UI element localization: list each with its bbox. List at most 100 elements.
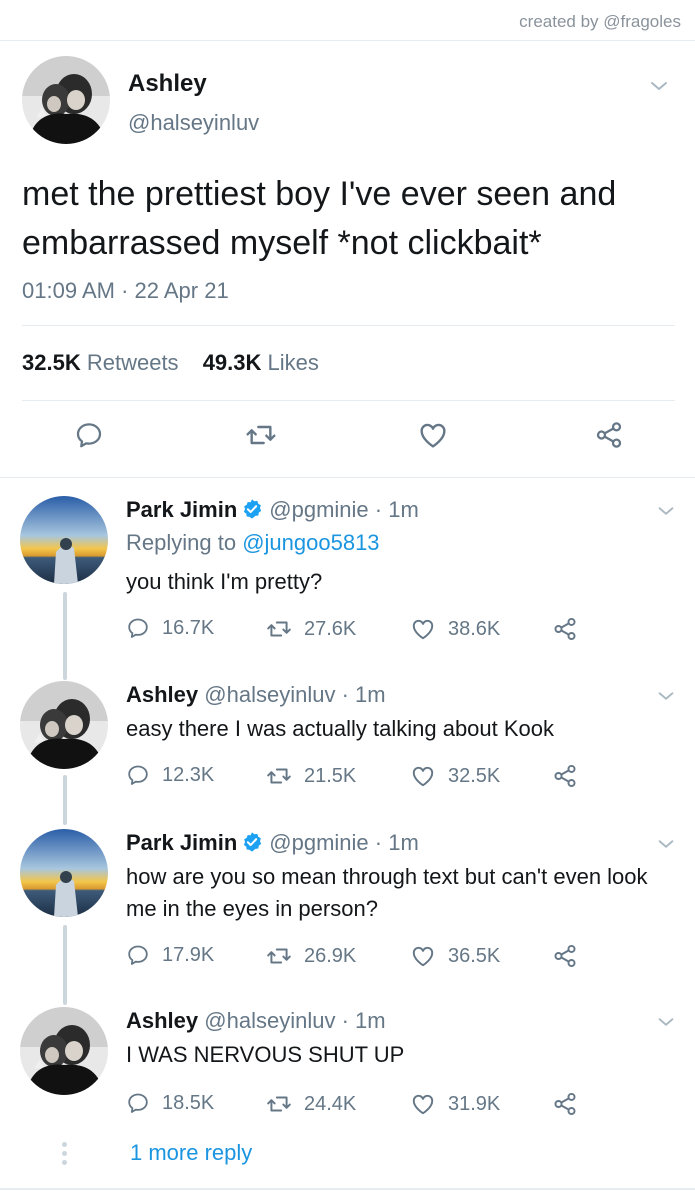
reply-header: Ashley @halseyinluv · 1m (126, 681, 386, 709)
separator-dot: · (374, 497, 383, 522)
reply-header: Park Jimin @pgminie · 1m (126, 829, 419, 857)
share-button[interactable] (552, 616, 590, 642)
author-name[interactable]: Ashley (128, 70, 207, 98)
chevron-down-icon[interactable] (655, 833, 677, 860)
verified-badge-icon (241, 498, 263, 520)
share-icon (552, 943, 578, 969)
reply-text: I WAS NERVOUS SHUT UP (126, 1042, 405, 1067)
thread-continuation-dots (61, 1142, 69, 1169)
more-replies-link[interactable]: 1 more reply (130, 1140, 252, 1166)
reply-icon (74, 420, 104, 450)
like-icon (417, 419, 449, 451)
reply-text: you think I'm pretty? (126, 569, 323, 594)
chevron-down-icon[interactable] (655, 1011, 677, 1038)
author-handle[interactable]: @halseyinluv (204, 1008, 335, 1033)
avatar[interactable] (20, 681, 108, 769)
retweets-label[interactable]: Retweets (87, 350, 179, 375)
share-icon (594, 420, 624, 450)
reply-button[interactable] (72, 418, 106, 452)
reply-icon (126, 616, 150, 640)
verified-badge-icon (241, 831, 263, 853)
share-icon (552, 1091, 578, 1117)
like-count: 36.5K (448, 944, 501, 967)
author-handle[interactable]: @pgminie (269, 497, 368, 522)
bottom-divider (0, 1188, 695, 1190)
reply-count: 17.9K (162, 943, 215, 966)
separator-dot: · (341, 1008, 349, 1033)
retweet-button[interactable] (244, 418, 278, 452)
share-button[interactable] (552, 943, 590, 969)
reply-text: how are you so mean through text but can… (126, 864, 648, 921)
like-button[interactable]: 31.9K (410, 1091, 500, 1117)
chevron-down-icon[interactable] (655, 500, 677, 527)
like-button[interactable]: 36.5K (410, 943, 500, 969)
reply-header: Ashley @halseyinluv · 1m (126, 1007, 386, 1035)
author-name[interactable]: Ashley (126, 682, 198, 707)
reply-time[interactable]: 1m (355, 1008, 386, 1033)
retweet-button[interactable]: 26.9K (266, 943, 356, 969)
thread-line (63, 592, 67, 680)
thread-line (63, 925, 67, 1005)
like-button[interactable]: 38.6K (410, 616, 500, 642)
share-button[interactable] (552, 1091, 590, 1117)
avatar[interactable] (22, 56, 110, 144)
retweet-button[interactable]: 21.5K (266, 763, 356, 789)
author-name[interactable]: Park Jimin (126, 497, 237, 522)
likes-label[interactable]: Likes (268, 350, 319, 375)
reply-time[interactable]: 1m (388, 497, 419, 522)
reply-icon (126, 1091, 150, 1115)
chevron-down-icon[interactable] (655, 685, 677, 712)
like-count: 38.6K (448, 617, 501, 640)
reply-count: 16.7K (162, 616, 215, 639)
retweet-count: 24.4K (304, 1092, 357, 1115)
retweet-icon (266, 943, 292, 969)
likes-count[interactable]: 49.3K (203, 350, 262, 375)
thread-line (63, 775, 67, 825)
reply-actions: 12.3K 21.5K 32.5K (126, 763, 586, 793)
main-action-bar (0, 418, 695, 458)
share-button[interactable] (592, 418, 626, 452)
chevron-down-icon[interactable] (647, 74, 671, 103)
retweet-button[interactable]: 24.4K (266, 1091, 356, 1117)
reply-button[interactable]: 17.9K (126, 943, 214, 967)
reply-count: 12.3K (162, 763, 215, 786)
reply-actions: 18.5K 24.4K 31.9K (126, 1091, 586, 1121)
avatar[interactable] (20, 496, 108, 584)
retweet-button[interactable]: 27.6K (266, 616, 356, 642)
like-icon (410, 763, 436, 789)
reply-header: Park Jimin @pgminie · 1m (126, 496, 419, 524)
like-icon (410, 616, 436, 642)
reply-actions: 17.9K 26.9K 36.5K (126, 943, 586, 973)
reply-button[interactable]: 12.3K (126, 763, 214, 787)
avatar[interactable] (20, 1007, 108, 1095)
author-name[interactable]: Ashley (126, 1008, 198, 1033)
retweet-icon (266, 1091, 292, 1117)
retweets-count[interactable]: 32.5K (22, 350, 81, 375)
retweet-icon (245, 419, 277, 451)
like-button[interactable] (416, 418, 450, 452)
author-handle[interactable]: @halseyinluv (128, 110, 259, 136)
like-button[interactable]: 32.5K (410, 763, 500, 789)
retweet-icon (266, 616, 292, 642)
share-button[interactable] (552, 763, 590, 789)
avatar-photo (20, 496, 108, 584)
reply-icon (126, 943, 150, 967)
avatar-photo (20, 829, 108, 917)
share-icon (552, 763, 578, 789)
tweet-stats: 32.5K Retweets 49.3K Likes (22, 350, 337, 376)
author-handle[interactable]: @pgminie (269, 830, 368, 855)
reply-text: easy there I was actually talking about … (126, 716, 555, 741)
like-count: 31.9K (448, 1092, 501, 1115)
separator-dot: · (374, 830, 383, 855)
reply-button[interactable]: 18.5K (126, 1091, 214, 1115)
reply-icon (126, 763, 150, 787)
reply-time[interactable]: 1m (388, 830, 419, 855)
avatar[interactable] (20, 829, 108, 917)
tweet-timestamp[interactable]: 01:09 AM · 22 Apr 21 (22, 278, 229, 304)
author-handle[interactable]: @halseyinluv (204, 682, 335, 707)
reply-button[interactable]: 16.7K (126, 616, 214, 640)
author-name[interactable]: Park Jimin (126, 830, 237, 855)
reply-time[interactable]: 1m (355, 682, 386, 707)
replying-to-mention[interactable]: @jungoo5813 (242, 530, 379, 555)
divider (0, 477, 695, 478)
